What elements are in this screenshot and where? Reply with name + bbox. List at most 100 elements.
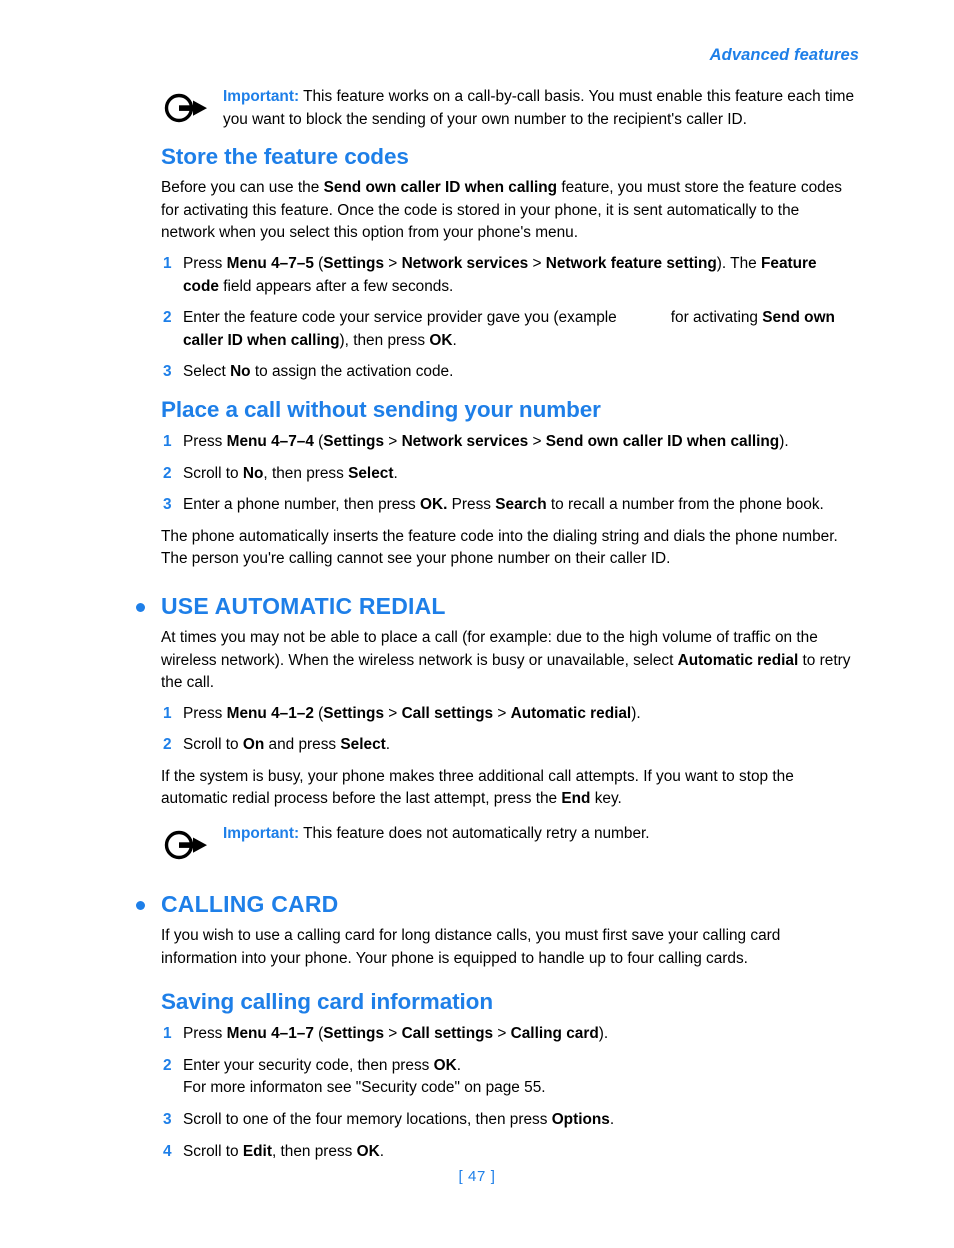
text-run: for activating bbox=[670, 309, 763, 327]
step-number: 1 bbox=[163, 1025, 172, 1043]
text-run: > bbox=[384, 1025, 402, 1043]
section-use-automatic-redial: USE AUTOMATIC REDIAL bbox=[132, 592, 856, 620]
text-run-bold: Menu 4–7–4 bbox=[226, 432, 314, 450]
text-run: Press bbox=[183, 1025, 227, 1043]
text-run: ( bbox=[313, 432, 324, 450]
circle-arrow-icon bbox=[163, 91, 209, 125]
step-number: 1 bbox=[163, 432, 172, 450]
heading-store-the-feature-codes: Store the feature codes bbox=[161, 144, 409, 170]
text-run: . bbox=[379, 1142, 385, 1160]
heading-saving-calling-card-information: Saving calling card information bbox=[161, 989, 493, 1015]
step-secondary-line: For more informaton see "Security code" … bbox=[183, 1079, 546, 1097]
text-run: ), then press bbox=[339, 331, 430, 349]
text-run: field appears after a few seconds. bbox=[218, 277, 454, 295]
text-run-bold: Edit bbox=[242, 1142, 272, 1160]
text-run: Enter a phone number, then press bbox=[183, 496, 420, 514]
note-label: Important: bbox=[223, 88, 300, 105]
text-run-bold: Network services bbox=[401, 254, 529, 272]
text-run: If the system is busy, your phone makes … bbox=[161, 767, 794, 808]
section-calling-card: CALLING CARD bbox=[132, 890, 856, 918]
step-number: 2 bbox=[163, 736, 172, 754]
list-item: 3 Enter a phone number, then press OK. Pr… bbox=[161, 494, 856, 517]
text-run-bold: Settings bbox=[323, 704, 385, 722]
text-run-bold: No bbox=[230, 363, 251, 381]
text-run-bold: Search bbox=[495, 496, 547, 514]
text-run: ( bbox=[313, 1025, 324, 1043]
important-note-1-text: Important: This feature works on a call-… bbox=[223, 86, 856, 131]
step-number: 2 bbox=[163, 309, 172, 327]
text-run-bold: No bbox=[242, 464, 264, 482]
text-run: > bbox=[528, 432, 546, 450]
text-run: Enter your security code, then press bbox=[183, 1056, 434, 1074]
running-header: Advanced features bbox=[709, 46, 859, 64]
list-item: 2 Enter your security code, then press OK… bbox=[161, 1055, 856, 1100]
text-run-bold: Automatic redial bbox=[677, 651, 799, 669]
text-run: Scroll to bbox=[183, 1142, 243, 1160]
text-run-bold: Select bbox=[340, 736, 386, 754]
text-run: > bbox=[384, 704, 402, 722]
text-run: . bbox=[452, 331, 457, 349]
step-number: 3 bbox=[163, 1111, 172, 1129]
place-call-outro: The phone automatically inserts the feat… bbox=[161, 527, 838, 568]
important-note-1: Important: This feature works on a call-… bbox=[161, 86, 856, 131]
text-run: ). bbox=[598, 1025, 609, 1043]
use-automatic-redial-outro: If the system is busy, your phone makes … bbox=[161, 766, 856, 811]
text-run-bold: Call settings bbox=[401, 704, 494, 722]
text-run: > bbox=[493, 1025, 511, 1043]
text-run-bold: Network feature setting bbox=[545, 254, 717, 272]
text-run-bold: Send own caller ID when calling bbox=[323, 179, 558, 197]
text-run: ( bbox=[313, 704, 324, 722]
text-run: Scroll to bbox=[183, 464, 243, 482]
bullet-icon bbox=[136, 901, 145, 911]
calling-card-intro: If you wish to use a calling card for lo… bbox=[161, 927, 781, 967]
text-run-bold: Menu 4–1–2 bbox=[226, 704, 314, 722]
list-item: 1 Press Menu 4–7–5 (Settings > Network se… bbox=[161, 253, 856, 298]
page-number: [ 47 ] bbox=[458, 1168, 496, 1185]
important-note-2: Important: This feature does not automat… bbox=[161, 823, 856, 867]
text-run-bold: Settings bbox=[323, 432, 385, 450]
text-run-bold: Menu 4–1–7 bbox=[226, 1025, 314, 1043]
list-item: 3 Select No to assign the activation code… bbox=[161, 361, 856, 384]
text-run-bold: OK bbox=[433, 1056, 457, 1074]
text-run-bold: OK bbox=[356, 1142, 380, 1160]
text-run-bold: Settings bbox=[323, 1025, 385, 1043]
store-feature-codes-steps: 1 Press Menu 4–7–5 (Settings > Network se… bbox=[161, 253, 856, 384]
step-number: 3 bbox=[163, 496, 172, 514]
text-run: Press bbox=[447, 496, 496, 514]
list-item: 1 Press Menu 4–7–4 (Settings > Network se… bbox=[161, 431, 856, 454]
text-run-bold: Send own caller ID when calling bbox=[545, 432, 780, 450]
text-run: ( bbox=[313, 254, 324, 272]
text-run-bold: Settings bbox=[323, 254, 385, 272]
list-item: 2 Scroll to On and press Select. bbox=[161, 734, 856, 757]
text-run: to assign the activation code. bbox=[250, 363, 454, 381]
text-run: . bbox=[609, 1111, 615, 1129]
text-run-bold: End bbox=[561, 790, 591, 808]
text-run: Press bbox=[183, 254, 227, 272]
text-run-bold: Calling card bbox=[510, 1025, 599, 1043]
text-run: > bbox=[384, 432, 402, 450]
saving-calling-card-steps: 1 Press Menu 4–1–7 (Settings > Call setti… bbox=[161, 1023, 856, 1163]
heading-place-a-call-without-sending-your-number: Place a call without sending your number bbox=[161, 396, 601, 422]
text-run: Select bbox=[183, 363, 231, 381]
step-number: 1 bbox=[163, 254, 172, 272]
text-run: > bbox=[384, 254, 402, 272]
circle-arrow-icon bbox=[163, 828, 209, 862]
list-item: 1 Press Menu 4–1–2 (Settings > Call setti… bbox=[161, 703, 856, 726]
text-run-bold: Menu 4–7–5 bbox=[226, 254, 314, 272]
text-run: > bbox=[493, 704, 511, 722]
list-item: 2 Enter the feature code your service pro… bbox=[161, 307, 856, 352]
place-call-steps: 1 Press Menu 4–7–4 (Settings > Network se… bbox=[161, 431, 856, 517]
note-body: This feature works on a call-by-call bas… bbox=[223, 88, 855, 128]
document-page: Advanced features Important: This featur… bbox=[0, 0, 954, 1248]
text-run-bold: Call settings bbox=[401, 1025, 494, 1043]
text-run-bold: Options bbox=[551, 1111, 610, 1129]
text-run-bold: Select bbox=[348, 464, 394, 482]
text-run: , then press bbox=[263, 464, 349, 482]
step-number: 1 bbox=[163, 704, 172, 722]
text-run: to recall a number from the phone book. bbox=[546, 496, 824, 514]
text-run: ). bbox=[779, 432, 789, 450]
text-run-bold: On bbox=[242, 736, 265, 754]
text-run: ). bbox=[631, 704, 641, 722]
text-run: Scroll to bbox=[183, 736, 243, 754]
step-number: 2 bbox=[163, 1056, 172, 1074]
